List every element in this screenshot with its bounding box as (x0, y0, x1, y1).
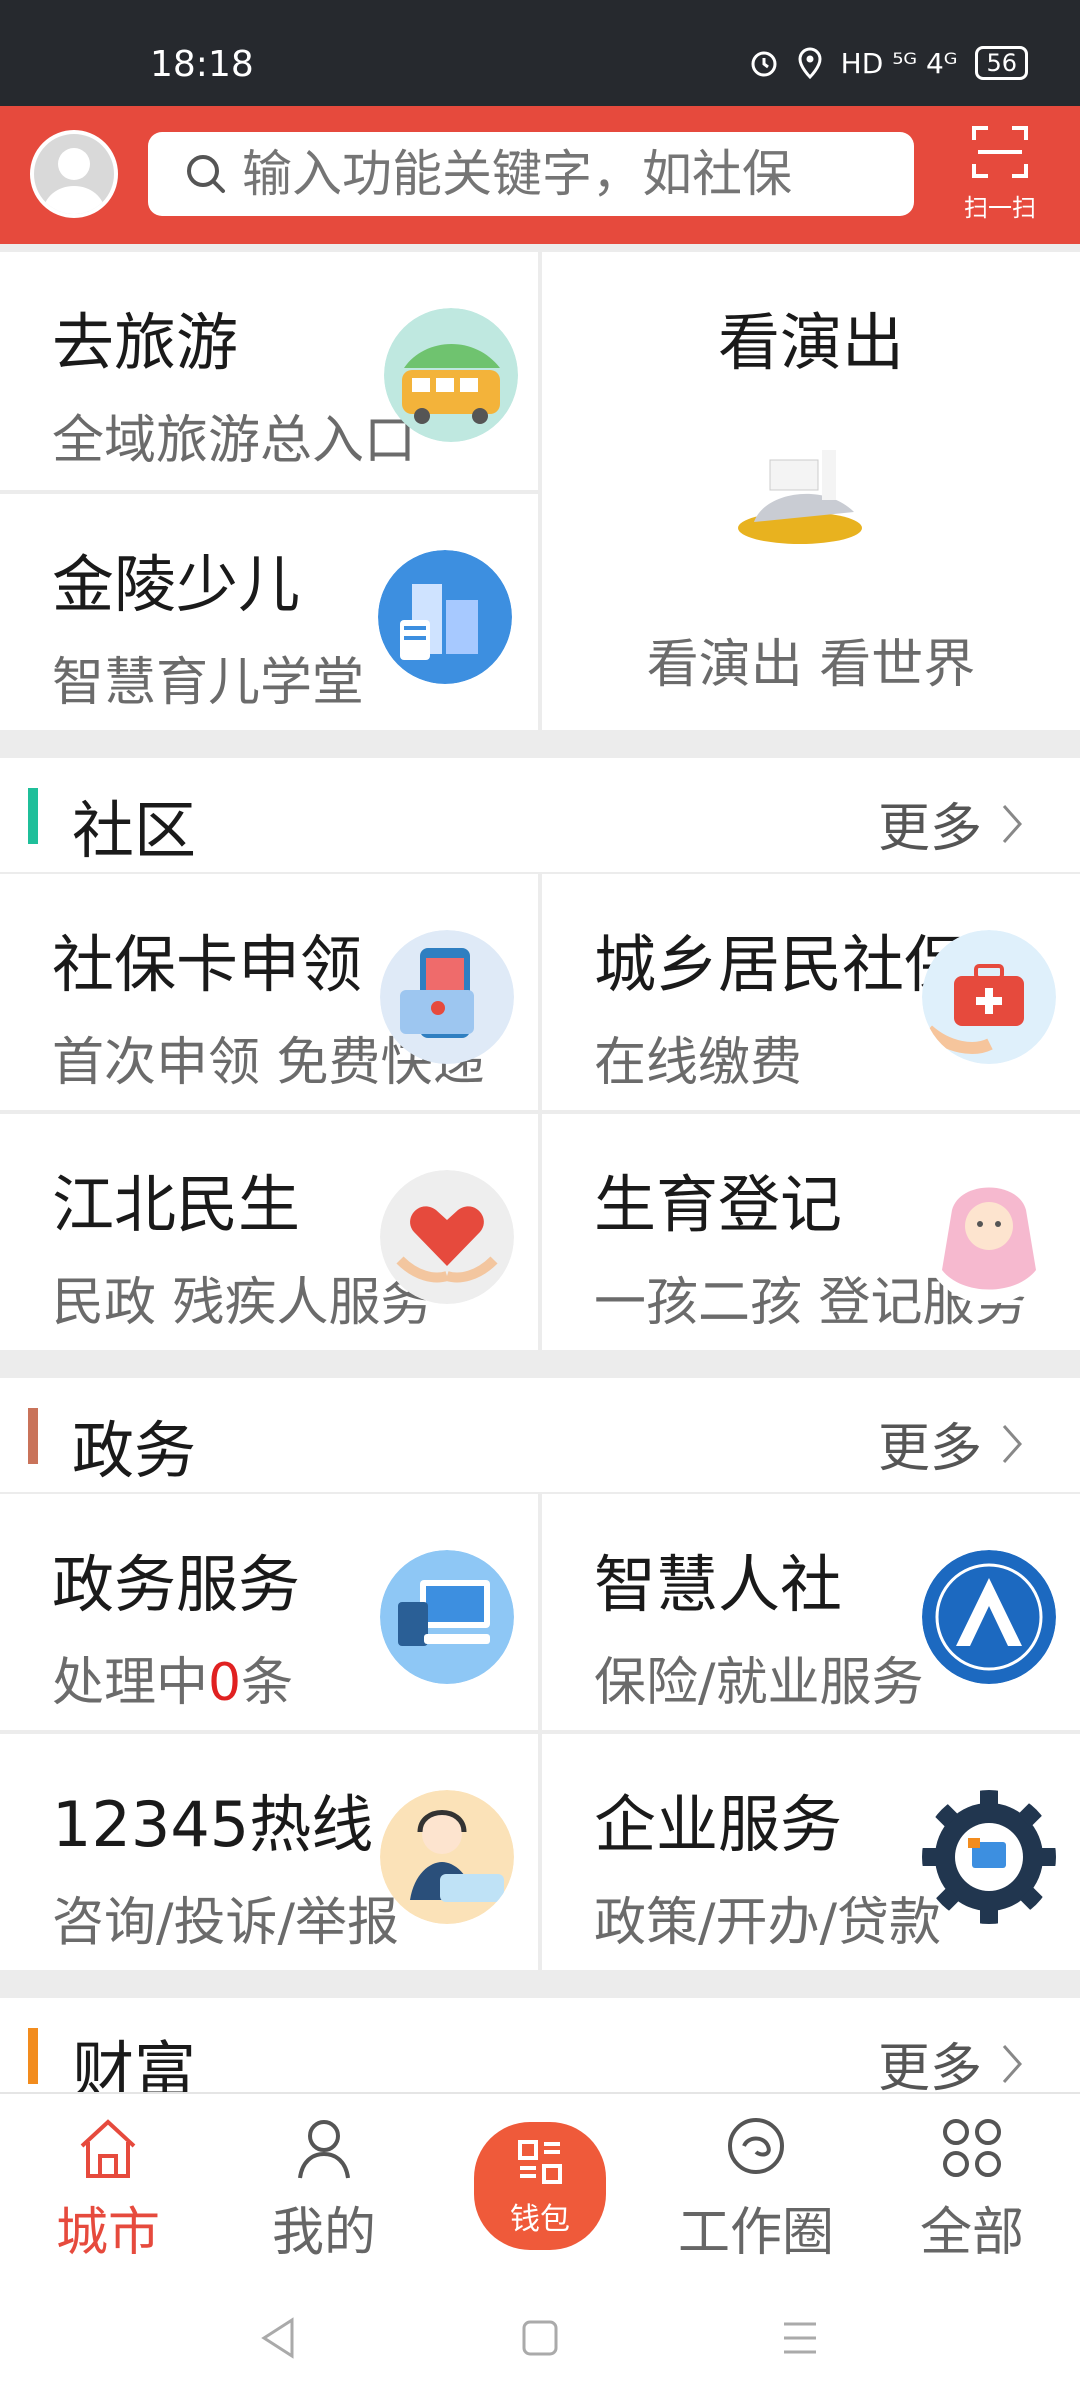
more-label: 更多 (877, 1419, 982, 1479)
status-icons: HD ⁵ᴳ 4ᴳ 56 (749, 46, 1028, 80)
card-birth-registration[interactable]: 生育登记 一孩二孩 登记服务 (542, 1114, 1080, 1350)
city-building-icon (378, 550, 512, 684)
scan-label: 扫一扫 (964, 194, 1036, 222)
section-title: 政务 (72, 1414, 197, 1487)
card-enterprise-services[interactable]: 企业服务 政策/开办/贷款 (542, 1734, 1080, 1970)
search-icon (187, 155, 225, 193)
battery-indicator: 56 (975, 46, 1028, 80)
headset-operator-icon (380, 1790, 514, 1924)
scan-button[interactable]: 扫一扫 (950, 124, 1050, 228)
grid-icon (943, 2119, 1001, 2177)
card-subtitle: 民政 残疾人服务 (52, 1273, 433, 1333)
nav-label: 钱包 (510, 2202, 570, 2237)
card-subtitle: 处理中0条 (52, 1640, 293, 1715)
bottom-navigation: 城市 我的 钱包 工作圈 全部 (0, 2092, 1080, 2272)
section-accent-bar (28, 788, 38, 844)
card-title: 去旅游 (52, 306, 239, 379)
gear-icon (922, 1790, 1056, 1924)
section-community-header: 社区 更多 (0, 758, 1080, 872)
card-title: 城乡居民社保 (594, 928, 967, 1001)
nav-all[interactable]: 全部 (864, 2094, 1080, 2274)
system-navigation-bar (0, 2272, 1080, 2400)
more-link[interactable]: 更多 (878, 1406, 1024, 1481)
chevron-right-icon (1002, 2044, 1023, 2083)
wallet-qr-icon (518, 2140, 562, 2184)
more-link[interactable]: 更多 (878, 2026, 1024, 2092)
computer-devices-icon (380, 1550, 514, 1684)
card-subtitle: 保险/就业服务 (594, 1653, 924, 1713)
status-suffix: 条 (241, 1653, 294, 1713)
more-label: 更多 (877, 2039, 982, 2092)
theater-icon (738, 450, 862, 544)
card-title: 生育登记 (594, 1168, 843, 1241)
card-title: 江北民生 (52, 1168, 301, 1241)
nav-work-circle[interactable]: 工作圈 (648, 2094, 864, 2274)
more-label: 更多 (877, 799, 982, 859)
home-square-icon[interactable] (520, 2318, 560, 2358)
medical-kit-icon (922, 930, 1056, 1064)
chat-circle-icon (728, 2118, 784, 2174)
section-accent-bar (28, 1408, 38, 1464)
tour-bus-icon (384, 308, 518, 442)
person-avatar-icon (42, 148, 106, 214)
scan-icon (972, 126, 1028, 178)
avatar[interactable] (30, 130, 118, 218)
status-prefix: 处理中 (52, 1653, 209, 1713)
more-link[interactable]: 更多 (878, 786, 1024, 861)
card-kids[interactable]: 金陵少儿 智慧育儿学堂 (0, 494, 538, 730)
search-bar[interactable] (148, 132, 914, 216)
card-travel[interactable]: 去旅游 全域旅游总入口 (0, 252, 538, 490)
status-bar: 18:18 HD ⁵ᴳ 4ᴳ 56 (0, 0, 1080, 106)
card-subtitle: 全域旅游总入口 (52, 411, 417, 471)
baby-icon (922, 1170, 1056, 1304)
card-subtitle: 政策/开办/贷款 (594, 1893, 942, 1953)
card-jiangbei-livelihood[interactable]: 江北民生 民政 残疾人服务 (0, 1114, 538, 1350)
heart-hands-icon (380, 1170, 514, 1304)
section-accent-bar (28, 2028, 38, 2084)
nav-label: 城市 (55, 2203, 160, 2263)
app-header: 扫一扫 (0, 106, 1080, 244)
section-wealth-header: 财富 更多 (0, 1998, 1080, 2092)
card-subtitle: 智慧育儿学堂 (52, 653, 365, 713)
home-icon (80, 2119, 136, 2178)
card-resident-insurance[interactable]: 城乡居民社保 在线缴费 (542, 874, 1080, 1110)
status-time: 18:18 (150, 44, 254, 85)
search-input[interactable] (242, 145, 882, 203)
card-title: 12345热线 (52, 1788, 374, 1861)
card-title: 企业服务 (594, 1788, 843, 1861)
network-indicator: HD ⁵ᴳ 4ᴳ (840, 46, 958, 80)
pending-count: 0 (208, 1653, 242, 1713)
card-12345-hotline[interactable]: 12345热线 咨询/投诉/举报 (0, 1734, 538, 1970)
card-smart-hr[interactable]: 智慧人社 保险/就业服务 (542, 1494, 1080, 1730)
card-subtitle: 看演出 看世界 (646, 635, 976, 695)
nav-city[interactable]: 城市 (0, 2094, 216, 2274)
section-government-header: 政务 更多 (0, 1378, 1080, 1492)
back-icon[interactable] (258, 2316, 298, 2360)
alarm-icon (751, 51, 777, 77)
chevron-right-icon (1002, 1424, 1023, 1463)
person-icon (298, 2120, 350, 2179)
card-title: 政务服务 (52, 1548, 301, 1621)
card-shows[interactable]: 看演出 看演出 看世界 (542, 252, 1080, 730)
card-subtitle: 在线缴费 (594, 1033, 803, 1093)
nav-mine[interactable]: 我的 (216, 2094, 432, 2274)
hr-logo-icon (922, 1550, 1056, 1684)
nav-wallet[interactable]: 钱包 (474, 2122, 606, 2250)
phone-card-icon (380, 930, 514, 1064)
nav-label: 全部 (919, 2203, 1024, 2263)
location-icon (798, 47, 822, 79)
recents-menu-icon[interactable] (780, 2320, 820, 2356)
card-social-security-card[interactable]: 社保卡申领 首次申领 免费快递 (0, 874, 538, 1110)
card-title: 金陵少儿 (52, 548, 301, 621)
card-title: 智慧人社 (594, 1548, 843, 1621)
nav-label: 工作圈 (677, 2203, 834, 2263)
nav-label: 我的 (271, 2203, 376, 2263)
chevron-right-icon (1002, 804, 1023, 843)
card-title: 看演出 (717, 306, 904, 379)
card-government-services[interactable]: 政务服务 处理中0条 (0, 1494, 538, 1730)
card-title: 社保卡申领 (52, 928, 363, 1001)
card-subtitle: 咨询/投诉/举报 (52, 1893, 400, 1953)
section-title: 社区 (72, 794, 197, 867)
section-title: 财富 (72, 2034, 197, 2092)
